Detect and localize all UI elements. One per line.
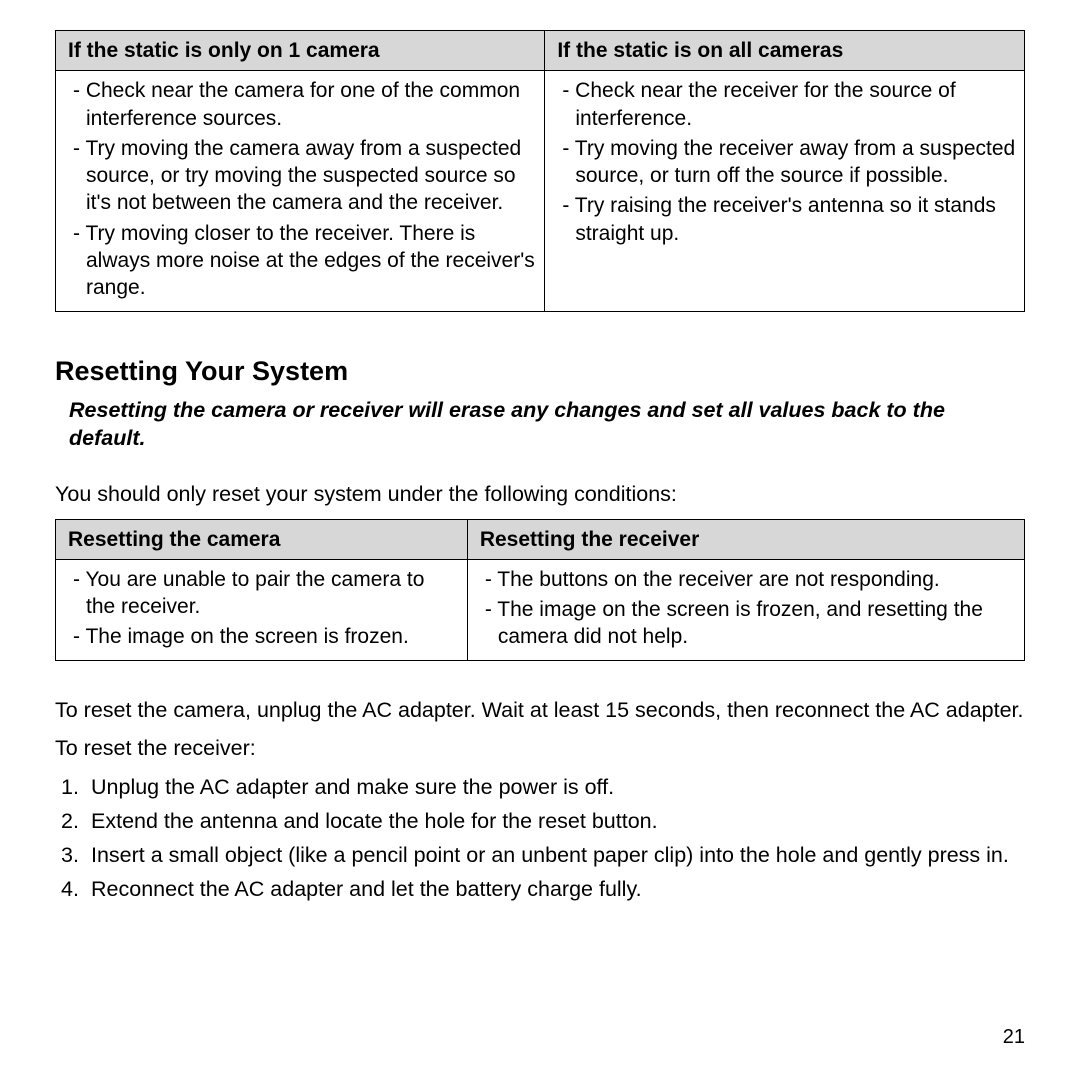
table1-cell-left: Check near the camera for one of the com… bbox=[56, 71, 545, 311]
list-item: Try moving the camera away from a suspec… bbox=[66, 135, 536, 217]
table2-cell-right: The buttons on the receiver are not resp… bbox=[467, 559, 1024, 660]
list-item: Check near the camera for one of the com… bbox=[66, 77, 536, 132]
reset-conditions-table: Resetting the camera Resetting the recei… bbox=[55, 519, 1025, 661]
list-item: You are unable to pair the camera to the… bbox=[66, 566, 459, 621]
list-item: The buttons on the receiver are not resp… bbox=[478, 566, 1016, 593]
table1-cell-right: Check near the receiver for the source o… bbox=[545, 71, 1025, 311]
list-item: Try moving the receiver away from a susp… bbox=[555, 135, 1016, 190]
reset-camera-instruction: To reset the camera, unplug the AC adapt… bbox=[55, 697, 1025, 725]
list-item: Extend the antenna and locate the hole f… bbox=[55, 807, 1025, 836]
list-item: Reconnect the AC adapter and let the bat… bbox=[55, 875, 1025, 904]
reset-receiver-intro: To reset the receiver: bbox=[55, 735, 1025, 763]
page-number: 21 bbox=[1003, 1024, 1025, 1050]
list-item: The image on the screen is frozen, and r… bbox=[478, 596, 1016, 651]
list-item: The image on the screen is frozen. bbox=[66, 623, 459, 650]
section-heading: Resetting Your System bbox=[55, 354, 1025, 389]
list-item: Check near the receiver for the source o… bbox=[555, 77, 1016, 132]
list-item: Insert a small object (like a pencil poi… bbox=[55, 841, 1025, 870]
reset-conditions-intro: You should only reset your system under … bbox=[55, 481, 1025, 509]
table1-header-left: If the static is only on 1 camera bbox=[56, 31, 545, 71]
reset-receiver-steps: Unplug the AC adapter and make sure the … bbox=[55, 773, 1025, 904]
reset-warning-note: Resetting the camera or receiver will er… bbox=[69, 397, 1025, 453]
list-item: Try raising the receiver's antenna so it… bbox=[555, 192, 1016, 247]
table2-header-right: Resetting the receiver bbox=[467, 519, 1024, 559]
table1-header-right: If the static is on all cameras bbox=[545, 31, 1025, 71]
list-item: Try moving closer to the receiver. There… bbox=[66, 220, 536, 302]
table2-header-left: Resetting the camera bbox=[56, 519, 468, 559]
table2-cell-left: You are unable to pair the camera to the… bbox=[56, 559, 468, 660]
static-troubleshoot-table: If the static is only on 1 camera If the… bbox=[55, 30, 1025, 312]
list-item: Unplug the AC adapter and make sure the … bbox=[55, 773, 1025, 802]
